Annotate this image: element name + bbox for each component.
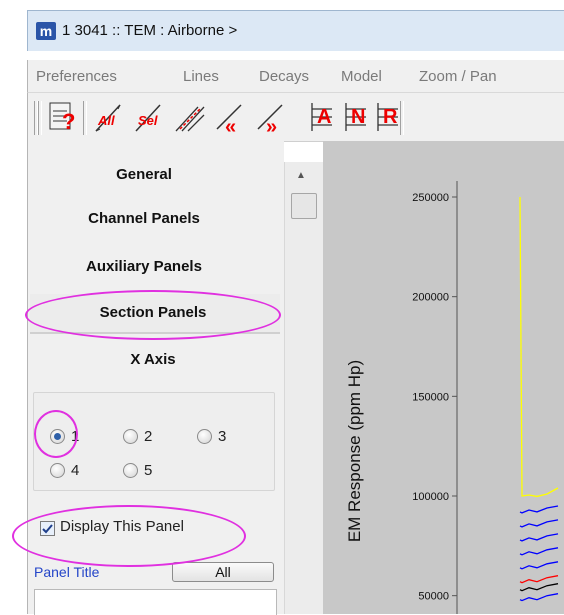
scroll-up-icon[interactable]: ▲	[296, 170, 306, 181]
y-tick-label: 50000	[418, 591, 449, 603]
svg-text:«: «	[225, 116, 236, 135]
svg-text:N: N	[351, 106, 365, 128]
sel-icon[interactable]: Sel	[132, 99, 164, 135]
tab-auxiliary-panels[interactable]: Auxiliary Panels	[28, 258, 260, 275]
panel-title-input[interactable]	[34, 589, 277, 615]
query-icon[interactable]: ?	[46, 99, 78, 135]
series-line-8	[519, 583, 559, 592]
scroll-thumb[interactable]	[291, 193, 317, 219]
app-icon: m	[36, 22, 56, 40]
toolbar-separator	[38, 101, 42, 135]
panel-scrollbar[interactable]	[284, 162, 323, 614]
svg-text:R: R	[383, 106, 398, 128]
radio-panel-4[interactable]: 4	[50, 462, 79, 479]
next-line-icon[interactable]: »	[256, 99, 288, 138]
toolbar-separator	[83, 101, 87, 135]
svg-text:A: A	[317, 106, 331, 128]
y-tick-label: 200000	[412, 292, 449, 304]
svg-text:?: ?	[62, 109, 75, 134]
y-tick-label: 250000	[412, 192, 449, 204]
tab-general[interactable]: General	[28, 166, 260, 183]
series-line-9	[519, 593, 559, 602]
svg-text:All: All	[97, 113, 115, 128]
panel-n-icon[interactable]: N	[340, 99, 372, 135]
highlight-display-panel	[12, 505, 246, 567]
menu-lines[interactable]: Lines	[183, 68, 219, 85]
highlight-section-panels	[25, 290, 281, 340]
all-button[interactable]: All	[172, 562, 274, 582]
menu-model[interactable]: Model	[341, 68, 382, 85]
tab-channel-panels[interactable]: Channel Panels	[28, 210, 260, 227]
series-line-7	[519, 575, 559, 584]
highlight-radio-1	[34, 410, 78, 458]
radio-button[interactable]	[197, 429, 212, 444]
menu-decays[interactable]: Decays	[259, 68, 309, 85]
prev-line-icon[interactable]: «	[215, 99, 247, 138]
series-line-5	[519, 547, 559, 556]
radio-panel-3[interactable]: 3	[197, 428, 226, 445]
panel-r-icon[interactable]: R	[372, 99, 404, 135]
series-line-6	[519, 561, 559, 570]
series-line-1	[519, 196, 559, 498]
em-response-chart: EM Response (ppm Hp) 250000 200000 150000 10…	[345, 181, 559, 614]
radio-button[interactable]	[123, 429, 138, 444]
menu-zoom-pan[interactable]: Zoom / Pan	[419, 68, 497, 85]
radio-button[interactable]	[123, 463, 138, 478]
panel-a-icon[interactable]: A	[306, 99, 338, 135]
radio-panel-2[interactable]: 2	[123, 428, 152, 445]
series-line-3	[519, 519, 559, 528]
radio-button[interactable]	[50, 463, 65, 478]
y-axis-label: EM Response (ppm Hp)	[345, 360, 364, 542]
y-tick-label: 150000	[412, 391, 449, 403]
panel-title-label: Panel Title	[34, 564, 100, 580]
y-tick-label: 100000	[412, 491, 449, 503]
window-title: 1 3041 :: TEM : Airborne >	[62, 22, 238, 39]
svg-text:»: »	[266, 116, 277, 135]
series-line-4	[519, 533, 559, 542]
series-line-2	[519, 505, 559, 514]
stack-lines-icon[interactable]	[174, 99, 206, 135]
svg-text:Sel: Sel	[138, 113, 158, 128]
radio-panel-5[interactable]: 5	[123, 462, 152, 479]
tab-x-axis[interactable]: X Axis	[28, 351, 278, 368]
menu-preferences[interactable]: Preferences	[36, 68, 117, 85]
all-icon[interactable]: All	[92, 99, 124, 135]
